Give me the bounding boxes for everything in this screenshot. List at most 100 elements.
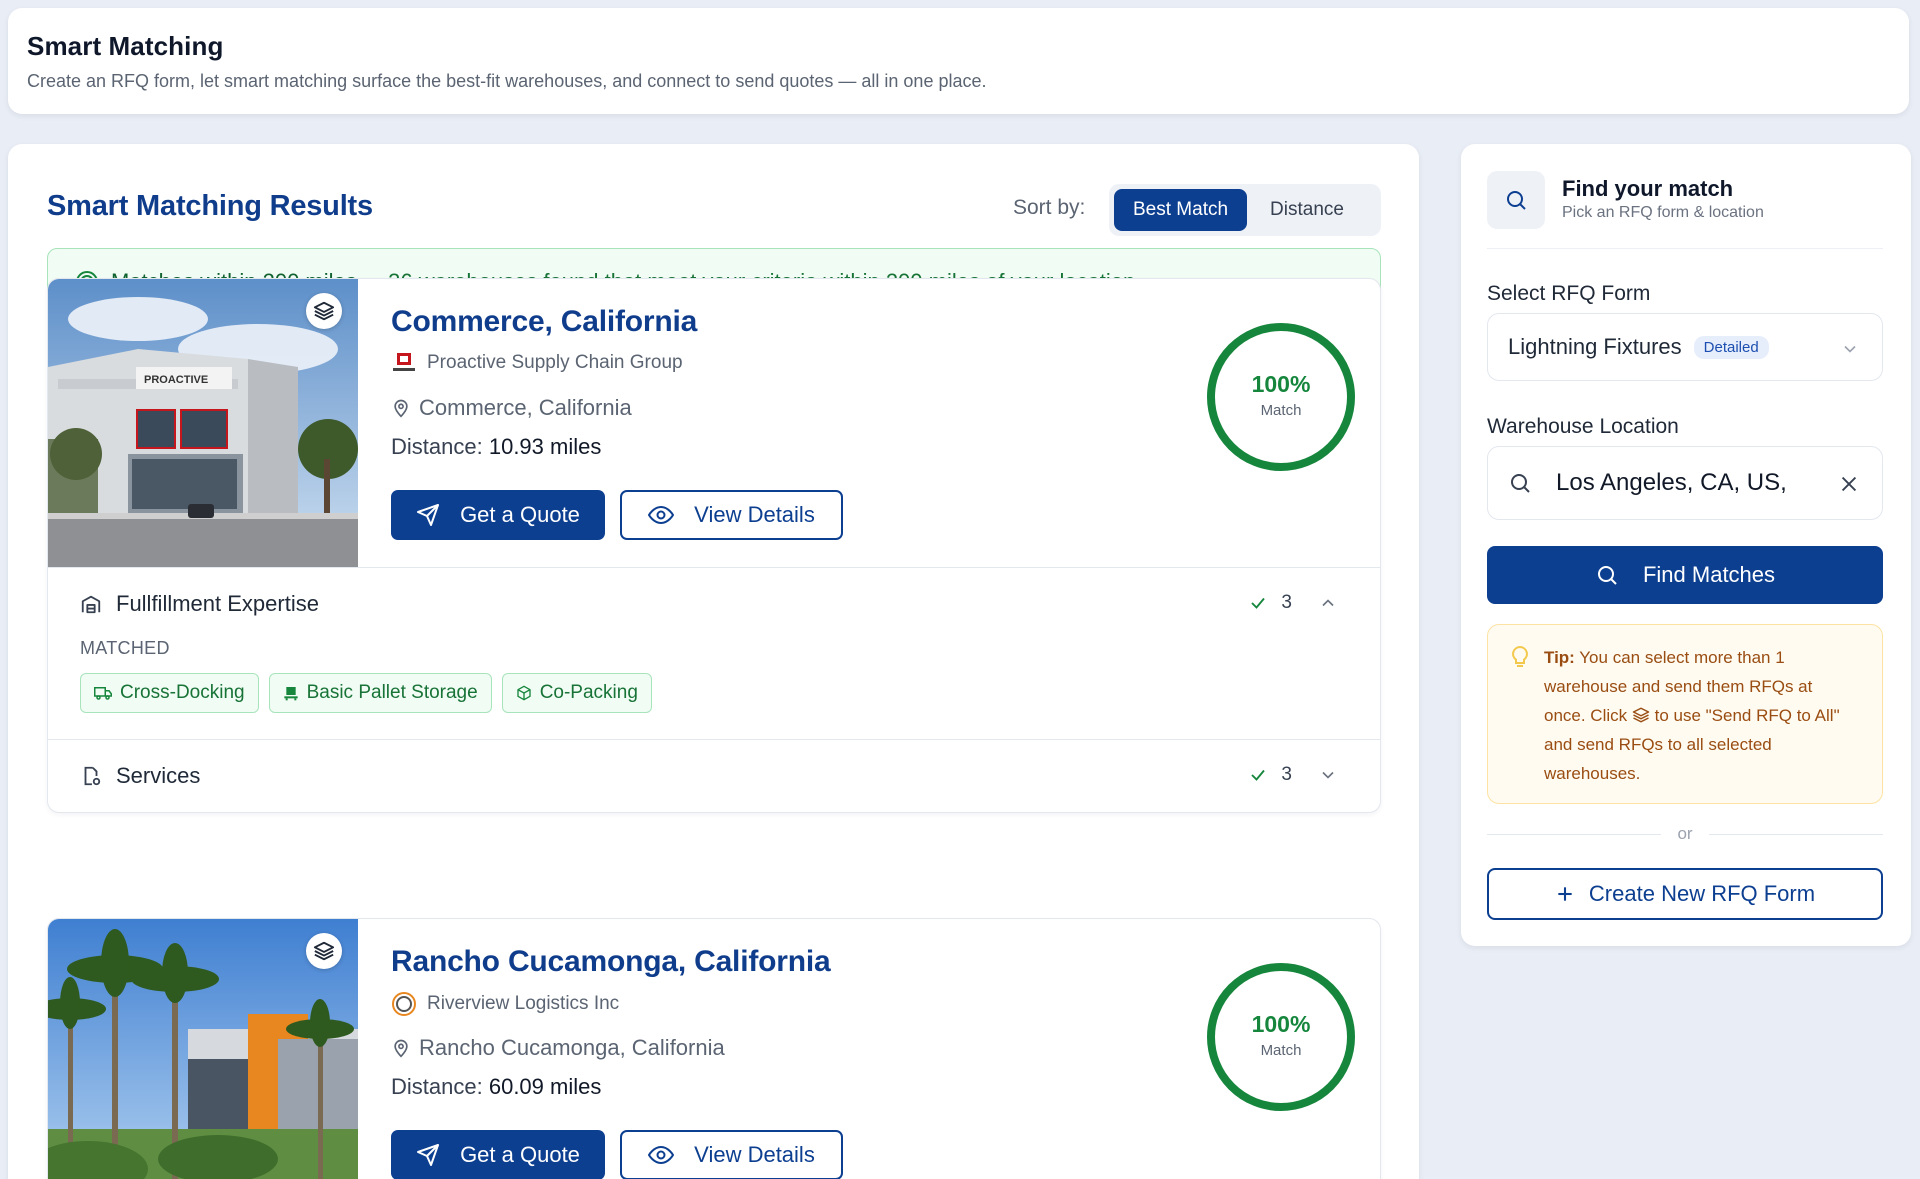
search-icon (1508, 471, 1532, 495)
expertise-tags: Cross-Docking Basic Pallet Storage Co-Pa… (48, 673, 1380, 739)
location-text: Commerce, California (419, 395, 632, 420)
building-sign: PROACTIVE (144, 374, 208, 386)
eye-icon (648, 1145, 675, 1165)
find-matches-label: Find Matches (1642, 562, 1776, 587)
location-row: Rancho Cucamonga, California (391, 1035, 725, 1061)
layers-icon (1632, 706, 1650, 724)
view-details-label: View Details (694, 1142, 815, 1167)
map-pin-icon (391, 1037, 411, 1059)
page-title: Smart Matching (27, 31, 224, 61)
distance-label: Distance: (391, 1074, 483, 1099)
services-summary: 3 (1249, 764, 1338, 786)
detailed-badge: Detailed (1693, 335, 1769, 359)
distance-row: Distance: 60.09 miles (391, 1074, 601, 1100)
match-percent: 100% (1251, 1011, 1311, 1037)
tag-label: Co-Packing (539, 682, 638, 703)
distance-value: 10.93 miles (488, 434, 602, 459)
tag-cross-docking: Cross-Docking (80, 673, 259, 713)
search-icon (1487, 171, 1545, 229)
tip-box: Tip: You can select more than 1 warehous… (1487, 624, 1883, 804)
rfq-form-select[interactable]: Lightning Fixtures Detailed (1487, 313, 1883, 381)
truck-icon (94, 685, 112, 701)
chevron-down-icon (1840, 339, 1860, 359)
tag-label: Cross-Docking (120, 682, 245, 703)
page-subtitle: Create an RFQ form, let smart matching s… (27, 71, 987, 91)
send-icon (416, 1143, 440, 1167)
rfq-form-value: Lightning Fixtures (1508, 334, 1682, 359)
services-header[interactable]: Services (48, 740, 1380, 812)
tag-co-packing: Co-Packing (501, 673, 652, 713)
warehouse-card: Rancho Cucamonga, California Riverview L… (47, 918, 1381, 1179)
warehouse-title[interactable]: Commerce, California (391, 305, 697, 339)
company-logo (391, 991, 417, 1017)
sort-distance-button[interactable]: Distance (1251, 189, 1363, 231)
eye-icon (648, 505, 675, 525)
matched-label: MATCHED (80, 638, 170, 658)
tip-label: Tip: (1544, 648, 1575, 667)
expertise-section: Fullfillment Expertise 3 MATCHED Cross-D… (48, 567, 1380, 739)
expertise-summary: 3 (1249, 592, 1338, 614)
warehouse-icon (80, 593, 102, 615)
get-quote-label: Get a Quote (460, 502, 580, 527)
send-icon (416, 503, 440, 527)
location-text: Rancho Cucamonga, California (419, 1035, 725, 1060)
get-quote-button[interactable]: Get a Quote (391, 490, 605, 540)
expertise-count: 3 (1281, 592, 1292, 613)
check-icon (1249, 594, 1267, 612)
results-panel: Smart Matching Results Sort by: Best Mat… (8, 144, 1419, 1179)
company-row: Proactive Supply Chain Group (391, 351, 683, 375)
or-text: or (1677, 824, 1693, 843)
or-divider: or (1487, 824, 1883, 844)
panel-title: Find your match (1562, 176, 1734, 201)
view-details-button[interactable]: View Details (620, 490, 843, 540)
get-quote-button[interactable]: Get a Quote (391, 1130, 605, 1179)
company-name: Proactive Supply Chain Group (427, 352, 683, 373)
location-value: Los Angeles, CA, US, (1556, 469, 1787, 496)
create-rfq-form-button[interactable]: Create New RFQ Form (1487, 868, 1883, 920)
warehouse-location-label: Warehouse Location (1487, 415, 1679, 438)
get-quote-label: Get a Quote (460, 1142, 580, 1167)
package-icon (516, 685, 532, 701)
map-pin-icon (391, 397, 411, 419)
plus-icon (1555, 884, 1575, 904)
create-rfq-label: Create New RFQ Form (1588, 881, 1816, 906)
sort-label: Sort by: (1013, 196, 1086, 219)
pallet-icon (283, 685, 299, 701)
expertise-header[interactable]: Fullfillment Expertise (48, 568, 1380, 640)
services-icon (80, 765, 102, 787)
distance-label: Distance: (391, 434, 483, 459)
location-input[interactable]: Los Angeles, CA, US, (1487, 446, 1883, 520)
view-details-label: View Details (694, 502, 815, 527)
layers-icon[interactable] (306, 933, 342, 969)
warehouse-card: PROACTIVE Commerce, California Proactive… (47, 278, 1381, 813)
sort-best-match-button[interactable]: Best Match (1114, 189, 1248, 231)
company-name: Riverview Logistics Inc (427, 993, 620, 1014)
view-details-button[interactable]: View Details (620, 1130, 843, 1179)
distance-value: 60.09 miles (488, 1074, 602, 1099)
divider (1487, 248, 1883, 249)
warehouse-title[interactable]: Rancho Cucamonga, California (391, 945, 831, 979)
location-row: Commerce, California (391, 395, 632, 421)
find-matches-button[interactable]: Find Matches (1487, 546, 1883, 604)
expertise-title: Fullfillment Expertise (116, 591, 319, 616)
rfq-form-label: Select RFQ Form (1487, 282, 1651, 305)
page-header: Smart Matching Create an RFQ form, let s… (8, 8, 1909, 114)
chevron-up-icon[interactable] (1318, 593, 1338, 613)
tag-basic-pallet-storage: Basic Pallet Storage (268, 673, 492, 713)
distance-row: Distance: 10.93 miles (391, 434, 601, 460)
layers-icon[interactable] (306, 293, 342, 329)
close-icon[interactable] (1838, 473, 1860, 495)
lightbulb-icon (1510, 645, 1530, 669)
tag-label: Basic Pallet Storage (306, 682, 478, 703)
services-section: Services 3 (48, 739, 1380, 812)
services-title: Services (116, 763, 201, 788)
match-percent: 100% (1251, 371, 1311, 397)
check-icon (1249, 766, 1267, 784)
company-row: Riverview Logistics Inc (391, 991, 619, 1017)
results-title: Smart Matching Results (47, 190, 373, 222)
match-label: Match (1260, 402, 1302, 419)
chevron-down-icon[interactable] (1318, 765, 1338, 785)
panel-subtitle: Pick an RFQ form & location (1562, 204, 1764, 221)
company-logo (391, 351, 417, 375)
sort-toggle: Best Match Distance (1109, 184, 1381, 236)
